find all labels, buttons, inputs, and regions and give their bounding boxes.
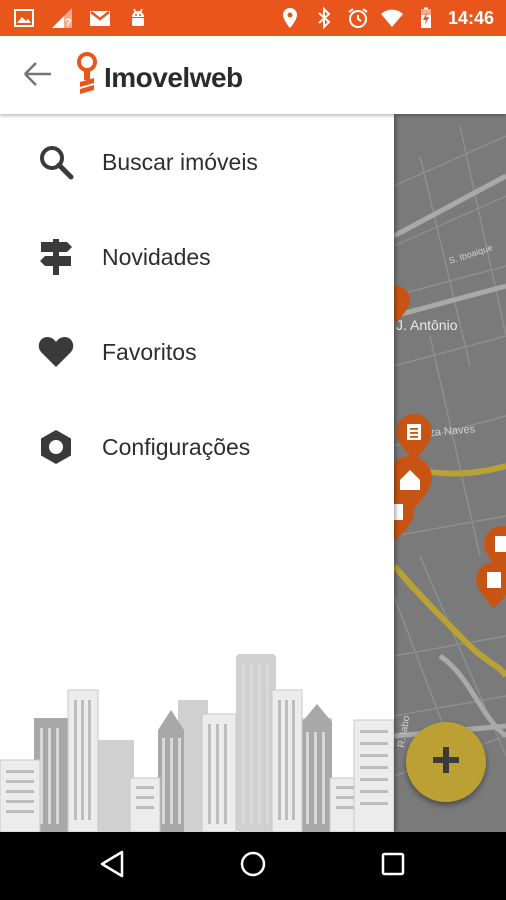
drawer-item-label: Buscar imóveis — [102, 148, 258, 175]
bluetooth-icon — [312, 6, 336, 30]
drawer-item-label: Configurações — [102, 433, 251, 460]
back-button[interactable] — [18, 58, 58, 94]
settings-icon — [36, 427, 76, 467]
city-skyline-illustration — [0, 654, 394, 832]
image-icon — [12, 6, 36, 30]
drawer-item-label: Novidades — [102, 243, 211, 270]
app-bar: Imovelweb — [0, 36, 506, 114]
app-title: Imovelweb — [104, 61, 243, 93]
key-pin-logo-icon — [74, 52, 100, 103]
drawer-item-buscar-imoveis[interactable]: Buscar imóveis — [0, 122, 394, 202]
wifi-icon — [380, 6, 404, 30]
alarm-icon — [346, 6, 370, 30]
drawer-item-label: Favoritos — [102, 338, 197, 365]
map-label: J. Antônio — [396, 317, 458, 333]
drawer-item-favoritos[interactable]: Favoritos — [0, 312, 394, 392]
search-icon — [36, 142, 76, 182]
nav-back-button[interactable] — [92, 846, 132, 886]
nav-recents-button[interactable] — [373, 846, 413, 886]
navigation-drawer: Buscar imóveis Novidades Favoritos Confi… — [0, 114, 394, 832]
android-icon — [126, 6, 150, 30]
app-logo: Imovelweb — [74, 52, 243, 103]
drawer-item-novidades[interactable]: Novidades — [0, 217, 394, 297]
plus-icon — [430, 744, 462, 781]
signpost-icon — [36, 237, 76, 277]
system-navigation-bar — [0, 832, 506, 900]
drawer-item-configuracoes[interactable]: Configurações — [0, 407, 394, 487]
arrow-back-icon — [23, 61, 53, 92]
add-fab-button[interactable] — [406, 722, 486, 802]
back-triangle-icon — [99, 850, 125, 883]
heart-icon — [36, 332, 76, 372]
signal-unknown-icon: ? — [50, 6, 74, 30]
nav-home-button[interactable] — [233, 846, 273, 886]
battery-charging-icon — [414, 6, 438, 30]
status-time: 14:46 — [447, 8, 494, 28]
location-icon — [278, 6, 302, 30]
gmail-icon — [88, 6, 112, 30]
svg-text:?: ? — [65, 17, 72, 29]
home-circle-icon — [239, 850, 267, 883]
status-bar: ? 14:46 — [0, 0, 506, 36]
recents-square-icon — [380, 851, 406, 882]
